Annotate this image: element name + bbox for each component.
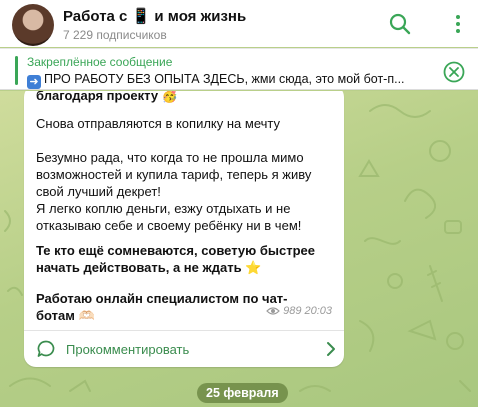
chat-area[interactable]: благодаря проекту 🥳 Снова отправляются в… bbox=[0, 91, 478, 407]
message-paragraph-3: Те кто ещё сомневаются, советую быстрее … bbox=[36, 243, 316, 275]
close-circle-icon bbox=[443, 61, 465, 83]
comment-divider bbox=[24, 330, 344, 331]
view-count: 989 bbox=[283, 305, 302, 317]
search-button[interactable] bbox=[388, 12, 412, 36]
more-vertical-icon bbox=[456, 15, 460, 33]
comment-button[interactable]: Прокомментировать bbox=[36, 337, 336, 361]
pinned-label: Закреплённое сообщение bbox=[27, 55, 173, 69]
message-paragraph-4: Работаю онлайн специалистом по чат- бота… bbox=[36, 291, 288, 323]
message-meta: 989 20:03 bbox=[266, 305, 332, 317]
unpin-button[interactable] bbox=[443, 61, 465, 88]
message-bubble[interactable]: благодаря проекту 🥳 Снова отправляются в… bbox=[24, 91, 344, 367]
channel-avatar[interactable] bbox=[12, 4, 54, 46]
date-separator: 25 февраля bbox=[197, 383, 288, 403]
pinned-text-row[interactable]: ➜ ПРО РАБОТУ БЕЗ ОПЫТА ЗДЕСЬ, жми сюда, э… bbox=[27, 72, 432, 89]
channel-title[interactable]: Работа с 📱 и моя жизнь bbox=[63, 7, 246, 25]
message-time: 20:03 bbox=[304, 305, 332, 317]
message-paragraph-2: Безумно рада, что когда то не прошла мим… bbox=[36, 150, 312, 233]
comment-label: Прокомментировать bbox=[66, 341, 190, 357]
chevron-right-icon bbox=[327, 342, 335, 356]
pinned-message-bar[interactable]: Закреплённое сообщение ➜ ПРО РАБОТУ БЕЗ О… bbox=[0, 48, 478, 90]
more-button[interactable] bbox=[446, 12, 470, 36]
comment-bubble-icon bbox=[37, 340, 55, 357]
message-paragraph-1: Снова отправляются в копилку на мечту bbox=[36, 116, 280, 131]
pinned-indicator bbox=[15, 56, 18, 85]
search-icon bbox=[389, 13, 411, 35]
subscriber-count: 7 229 подписчиков bbox=[63, 28, 167, 42]
eye-icon bbox=[266, 307, 280, 315]
pinned-text: ПРО РАБОТУ БЕЗ ОПЫТА ЗДЕСЬ, жми сюда, эт… bbox=[44, 72, 405, 86]
arrow-right-icon: ➜ bbox=[27, 75, 41, 89]
message-text-partial: благодаря проекту 🥳 bbox=[36, 91, 178, 103]
channel-header[interactable]: Работа с 📱 и моя жизнь 7 229 подписчиков bbox=[0, 0, 478, 47]
